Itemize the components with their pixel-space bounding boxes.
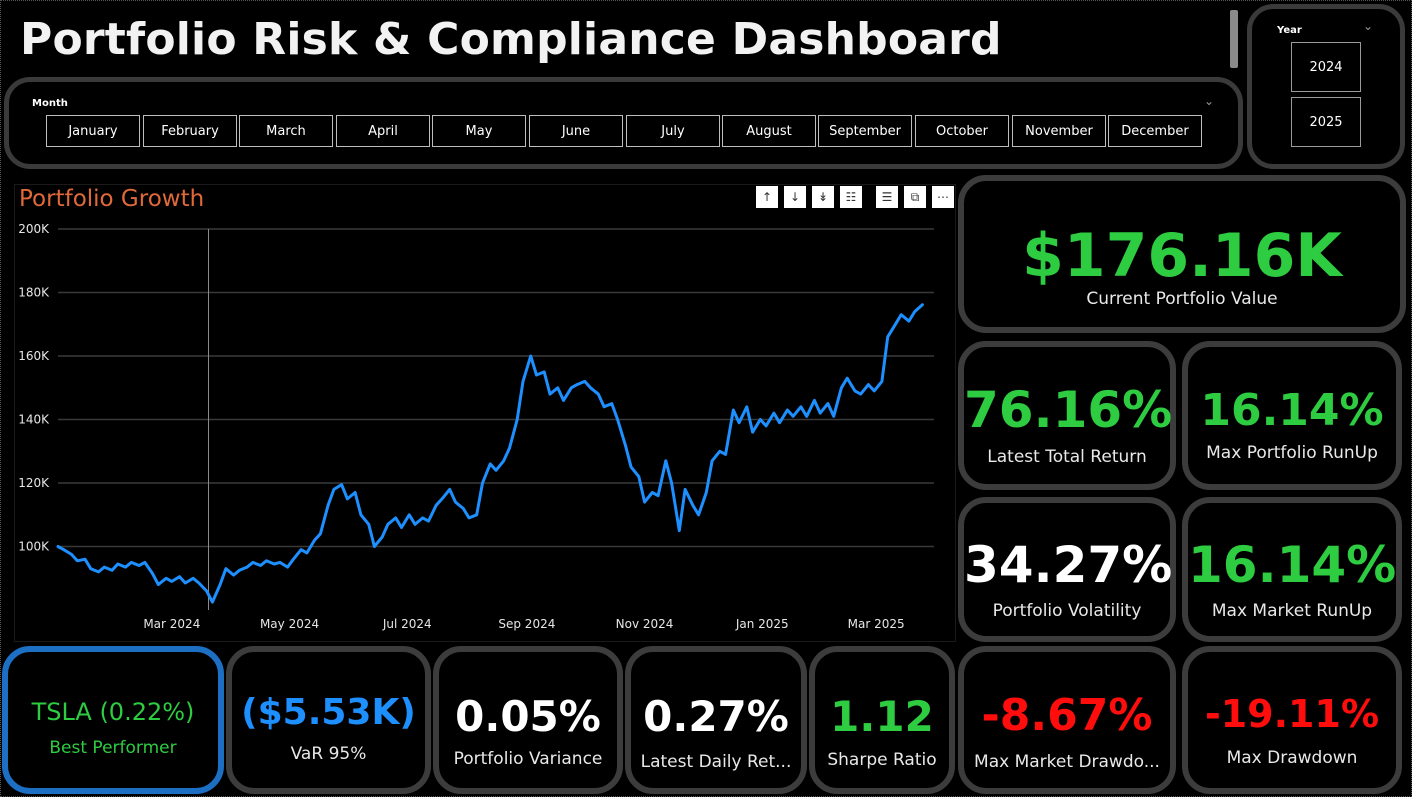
current-value-label: Current Portfolio Value [1086,289,1278,309]
expand-all-double-arrow-down-icon[interactable]: ↡ [812,186,834,208]
scrollbar-handle[interactable] [1230,10,1238,68]
month-button-september[interactable]: September [818,115,912,147]
filter-icon[interactable]: ☰ [876,186,898,208]
total-return-label: Latest Total Return [987,447,1147,467]
volatility-label: Portfolio Volatility [992,601,1142,621]
max-drawdown-label: Max Drawdown [1226,748,1358,768]
sharpe-kpi: 1.12 [830,692,934,741]
year-button-2024[interactable]: 2024 [1291,42,1361,92]
var95-kpi: ($5.53K) [241,692,416,733]
drill-up-arrow-up-icon[interactable]: ↑ [756,186,778,208]
max-runup-kpi: 16.14% [1200,385,1384,436]
month-button-february[interactable]: February [143,115,237,147]
best-performer-card: TSLA (0.22%) Best Performer [2,646,224,794]
portfolio-growth-chart [14,184,956,642]
month-button-july[interactable]: July [626,115,720,147]
var95-card: ($5.53K) VaR 95% [226,646,431,794]
volatility-card: 34.27% Portfolio Volatility [958,497,1176,642]
variance-card: 0.05% Portfolio Variance [433,646,623,794]
more-options-icon[interactable]: ⋯ [932,186,954,208]
variance-kpi: 0.05% [455,692,601,741]
variance-label: Portfolio Variance [453,749,603,769]
month-button-april[interactable]: April [336,115,430,147]
market-runup-kpi: 16.14% [1188,536,1397,594]
best-performer-kpi: TSLA (0.22%) [31,698,195,726]
chart-title: Portfolio Growth [19,186,205,212]
year-slicer-label: Year [1277,25,1302,36]
daily-return-kpi: 0.27% [643,692,789,741]
max-drawdown-kpi: -19.11% [1204,692,1380,736]
month-button-december[interactable]: December [1108,115,1202,147]
volatility-kpi: 34.27% [964,536,1173,594]
hierarchy-icon[interactable]: ☷ [840,186,862,208]
current-value-kpi: $176.16K [1022,221,1342,291]
best-performer-label: Best Performer [49,738,177,758]
total-return-card: 76.16% Latest Total Return [958,341,1176,490]
month-slicer-label: Month [32,98,68,109]
month-button-october[interactable]: October [915,115,1009,147]
year-slicer-chevron-down-icon[interactable]: ⌄ [1363,19,1373,33]
current-value-card: $176.16K Current Portfolio Value [958,175,1406,333]
max-runup-card: 16.14% Max Portfolio RunUp [1182,341,1402,490]
market-drawdown-label: Max Market Drawdo... [974,752,1160,772]
drill-down-arrow-down-icon[interactable]: ↓ [784,186,806,208]
focus-mode-icon[interactable]: ⧉ [904,186,926,208]
month-button-january[interactable]: January [46,115,140,147]
market-runup-card: 16.14% Max Market RunUp [1182,497,1402,642]
month-button-june[interactable]: June [529,115,623,147]
daily-return-label: Latest Daily Ret... [640,752,792,772]
market-drawdown-kpi: -8.67% [981,690,1153,741]
month-button-march[interactable]: March [239,115,333,147]
month-button-may[interactable]: May [432,115,526,147]
var95-label: VaR 95% [290,744,367,764]
total-return-kpi: 76.16% [964,381,1173,439]
month-slicer-chevron-down-icon[interactable]: ⌄ [1204,94,1214,108]
max-drawdown-card: -19.11% Max Drawdown [1182,646,1402,794]
max-runup-label: Max Portfolio RunUp [1206,443,1378,463]
year-button-2025[interactable]: 2025 [1291,97,1361,147]
daily-return-card: 0.27% Latest Daily Ret... [625,646,807,794]
market-drawdown-card: -8.67% Max Market Drawdo... [958,646,1176,794]
page-title: Portfolio Risk & Compliance Dashboard [20,14,1002,65]
sharpe-card: 1.12 Sharpe Ratio [809,646,955,794]
sharpe-label: Sharpe Ratio [827,750,937,770]
market-runup-label: Max Market RunUp [1211,601,1373,621]
month-button-august[interactable]: August [722,115,816,147]
month-button-november[interactable]: November [1012,115,1106,147]
